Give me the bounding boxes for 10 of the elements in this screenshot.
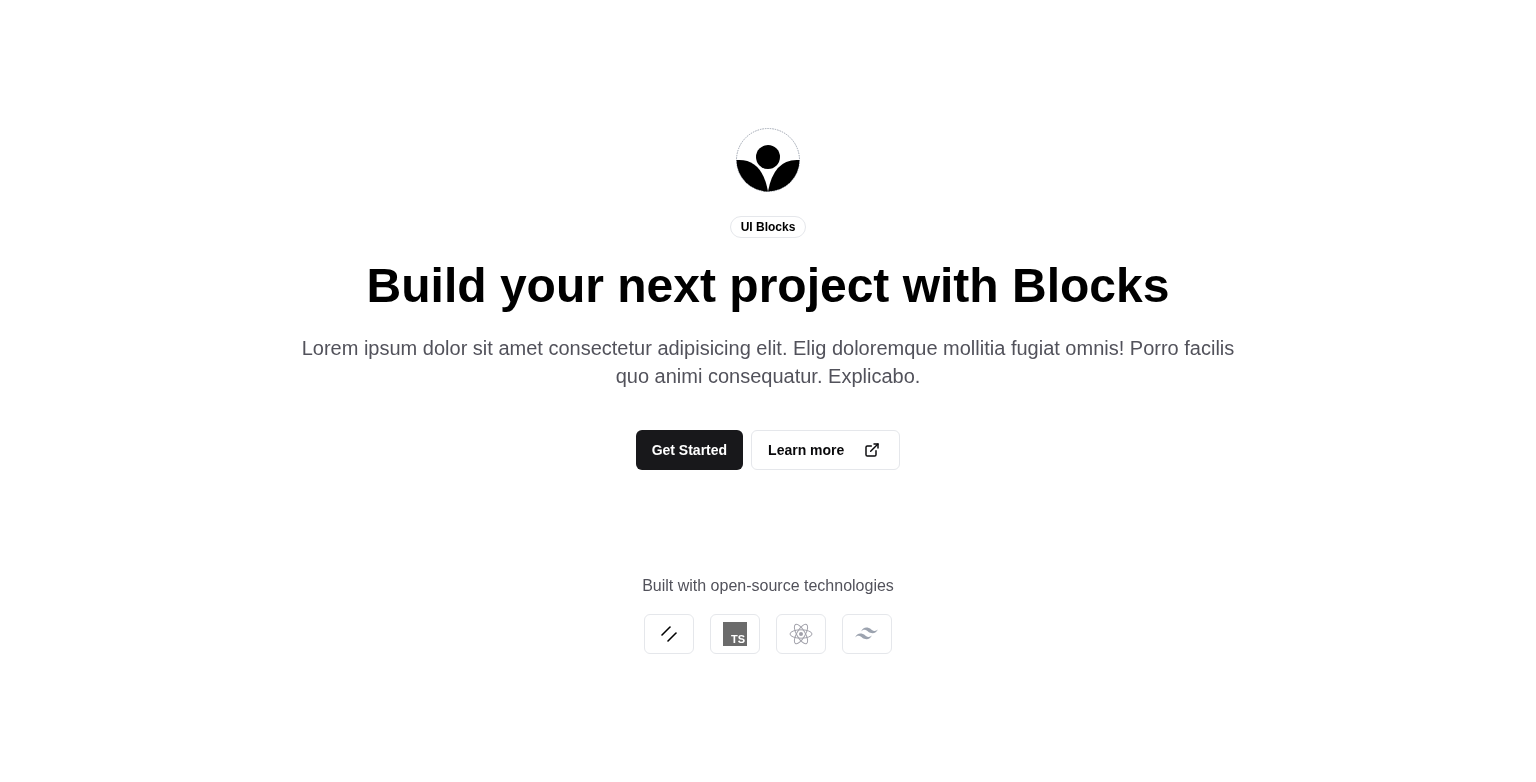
hero-description: Lorem ipsum dolor sit amet consectetur adipisicing elit. Elig doloremque mollitia fugiat omnis! Porro facilis quo animi consequatur. Explicabo. [300,336,1236,389]
slashes-icon [660,625,678,643]
atom-icon [789,623,813,645]
ts-logo-icon: TS [723,622,747,646]
get-started-button[interactable]: Get Started [635,430,744,470]
waves-icon [854,626,880,642]
hero-heading: Build your next project with Blocks [366,262,1170,310]
learn-more-button[interactable]: Learn more [751,430,901,470]
logo-icon [736,128,800,192]
tech-caption: Built with open-source technologies [642,576,894,596]
